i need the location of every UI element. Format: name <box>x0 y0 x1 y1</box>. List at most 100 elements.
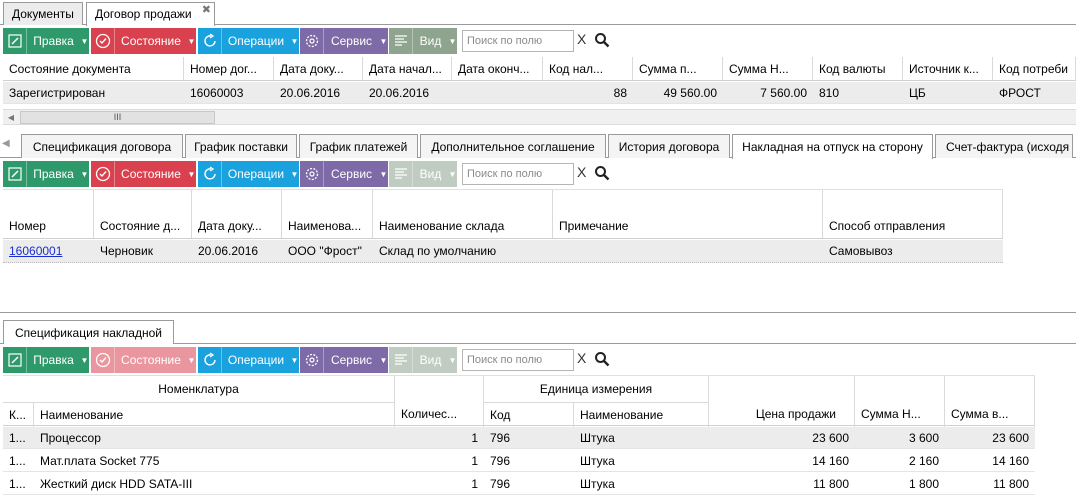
scroll-left-icon[interactable]: ◀ <box>3 111 19 124</box>
chevron-down-icon: ▼ <box>290 355 299 365</box>
list-icon <box>389 28 413 54</box>
column-header[interactable]: Дата доку... <box>192 190 282 238</box>
gear-icon <box>300 347 324 373</box>
table-row[interactable]: Зарегистрирован 16060003 20.06.2016 20.0… <box>3 82 1076 104</box>
operations-button[interactable]: Операции ▼ <box>198 161 299 187</box>
chevron-down-icon: ▼ <box>80 169 89 179</box>
column-header[interactable]: Состояние д... <box>94 190 192 238</box>
edit-button[interactable]: Правка ▼ <box>3 161 89 187</box>
cell-source: ЦБ <box>909 85 926 100</box>
state-button[interactable]: Состояние ▼ <box>91 28 196 54</box>
service-label: Сервис <box>330 167 373 181</box>
column-header[interactable]: Наименова... <box>282 190 373 238</box>
column-header[interactable]: Код валюты <box>813 57 903 80</box>
table-row[interactable]: 1... Мат.плата Socket 775 1 796 Штука 14… <box>3 450 1035 472</box>
cell-price: 11 800 <box>813 476 849 491</box>
waybill-number-link[interactable]: 16060001 <box>9 244 62 258</box>
pencil-icon <box>3 161 27 187</box>
tab-additional-agreement[interactable]: Дополнительное соглашение <box>420 134 606 158</box>
gear-icon <box>300 28 324 54</box>
column-header[interactable]: Сумма в... <box>945 376 1035 427</box>
column-header[interactable]: Дата начал... <box>363 57 452 80</box>
column-header[interactable]: Примечание <box>553 190 823 238</box>
search-icon[interactable] <box>594 32 610 48</box>
tab-waybill-spec[interactable]: Спецификация накладной <box>3 320 174 344</box>
column-header[interactable]: Количес... <box>395 376 484 427</box>
cell-qty: 1 <box>471 476 478 491</box>
scroll-thumb[interactable]: III <box>20 111 215 124</box>
tab-delivery-schedule[interactable]: График поставки <box>185 134 297 158</box>
column-header[interactable]: Номер <box>3 190 94 238</box>
column-header[interactable]: Код нал... <box>543 57 633 80</box>
column-header[interactable]: Дата оконч... <box>452 57 543 80</box>
column-header[interactable]: Источник к... <box>903 57 993 80</box>
state-button[interactable]: Состояние ▼ <box>91 347 196 373</box>
column-header[interactable]: Наименование склада <box>373 190 553 238</box>
operations-button[interactable]: Операции ▼ <box>198 28 299 54</box>
tab-documents[interactable]: Документы <box>3 2 83 25</box>
column-header[interactable]: Наименование <box>34 402 395 427</box>
edit-button[interactable]: Правка ▼ <box>3 347 89 373</box>
horizontal-scrollbar[interactable]: ◀ III <box>3 109 1076 125</box>
clear-search-button[interactable]: X <box>577 164 586 180</box>
table-row[interactable]: 1... Процессор 1 796 Штука 23 600 3 600 … <box>3 427 1035 449</box>
group-header-nomenclature: Номенклатура <box>3 376 395 402</box>
cell-vat: 3 600 <box>908 430 939 445</box>
table-row[interactable]: 16060001 Черновик 20.06.2016 ООО "Фрост"… <box>3 240 1003 263</box>
column-header[interactable]: К... <box>3 402 34 427</box>
column-header[interactable]: Наименование <box>574 402 709 427</box>
state-button[interactable]: Состояние ▼ <box>91 161 196 187</box>
search-input[interactable]: Поиск по полю <box>462 163 574 185</box>
view-button[interactable]: Вид ▼ <box>389 161 457 187</box>
chevron-down-icon: ▼ <box>80 355 89 365</box>
pencil-icon <box>3 347 27 373</box>
operations-button[interactable]: Операции ▼ <box>198 347 299 373</box>
clear-search-button[interactable]: X <box>577 31 586 47</box>
service-button[interactable]: Сервис ▼ <box>300 161 388 187</box>
table-row[interactable]: 1... Жесткий диск HDD SATA-III 1 796 Шту… <box>3 473 1035 495</box>
tab-sales-contract[interactable]: Договор продажи ✖ <box>86 2 215 26</box>
cell-number[interactable]: 16060001 <box>3 240 94 262</box>
chevron-down-icon: ▼ <box>290 36 299 46</box>
column-header[interactable]: Дата доку... <box>274 57 363 80</box>
column-header[interactable]: Код потреби <box>993 57 1076 80</box>
cell-consumer: ФРОСТ <box>999 85 1041 100</box>
spec-tabbar: Спецификация накладной <box>0 320 1076 344</box>
clear-search-button[interactable]: X <box>577 350 586 366</box>
tab-invoice[interactable]: Счет-фактура (исходя <box>935 134 1073 158</box>
chevron-down-icon: ▼ <box>448 36 457 46</box>
column-header[interactable]: Состояние документа <box>3 57 184 80</box>
view-button[interactable]: Вид ▼ <box>389 347 457 373</box>
close-icon[interactable]: ✖ <box>202 3 211 16</box>
column-header[interactable]: Код <box>484 402 574 427</box>
tab-outgoing-waybill[interactable]: Накладная на отпуск на сторону <box>732 134 933 159</box>
column-header[interactable]: Способ отправления <box>823 190 1003 238</box>
tab-payment-schedule[interactable]: График платежей <box>299 134 418 158</box>
tab-contract-history[interactable]: История договора <box>608 134 730 158</box>
cell-vat: 1 800 <box>908 476 939 491</box>
tabs-scroll-left-icon[interactable]: ◀ <box>2 138 16 152</box>
tab-contract-spec[interactable]: Спецификация договора <box>21 134 183 158</box>
search-icon[interactable] <box>594 351 610 367</box>
service-button[interactable]: Сервис ▼ <box>300 28 388 54</box>
cell-end-date <box>452 82 543 103</box>
waybill-toolbar: Правка ▼ Состояние ▼ Операции ▼ Сервис ▼ Вид… <box>3 161 623 187</box>
contract-grid-header: Состояние документа Номер дог... Дата до… <box>3 57 1076 81</box>
chevron-down-icon: ▼ <box>80 36 89 46</box>
service-button[interactable]: Сервис ▼ <box>300 347 388 373</box>
column-header[interactable]: Сумма Н... <box>723 57 813 80</box>
check-circle-icon <box>91 347 115 373</box>
column-header[interactable]: Цена продажи <box>709 376 855 427</box>
chevron-down-icon: ▼ <box>187 36 196 46</box>
column-header[interactable]: Сумма п... <box>633 57 723 80</box>
search-input[interactable]: Поиск по полю <box>462 349 574 371</box>
view-label: Вид <box>419 34 442 48</box>
edit-button[interactable]: Правка ▼ <box>3 28 89 54</box>
search-icon[interactable] <box>594 165 610 181</box>
cell-tax-code: 88 <box>613 85 627 100</box>
search-input[interactable]: Поиск по полю <box>462 30 574 52</box>
chevron-down-icon: ▼ <box>187 355 196 365</box>
view-button[interactable]: Вид ▼ <box>389 28 457 54</box>
column-header[interactable]: Номер дог... <box>184 57 274 80</box>
column-header[interactable]: Сумма Н... <box>855 376 945 427</box>
